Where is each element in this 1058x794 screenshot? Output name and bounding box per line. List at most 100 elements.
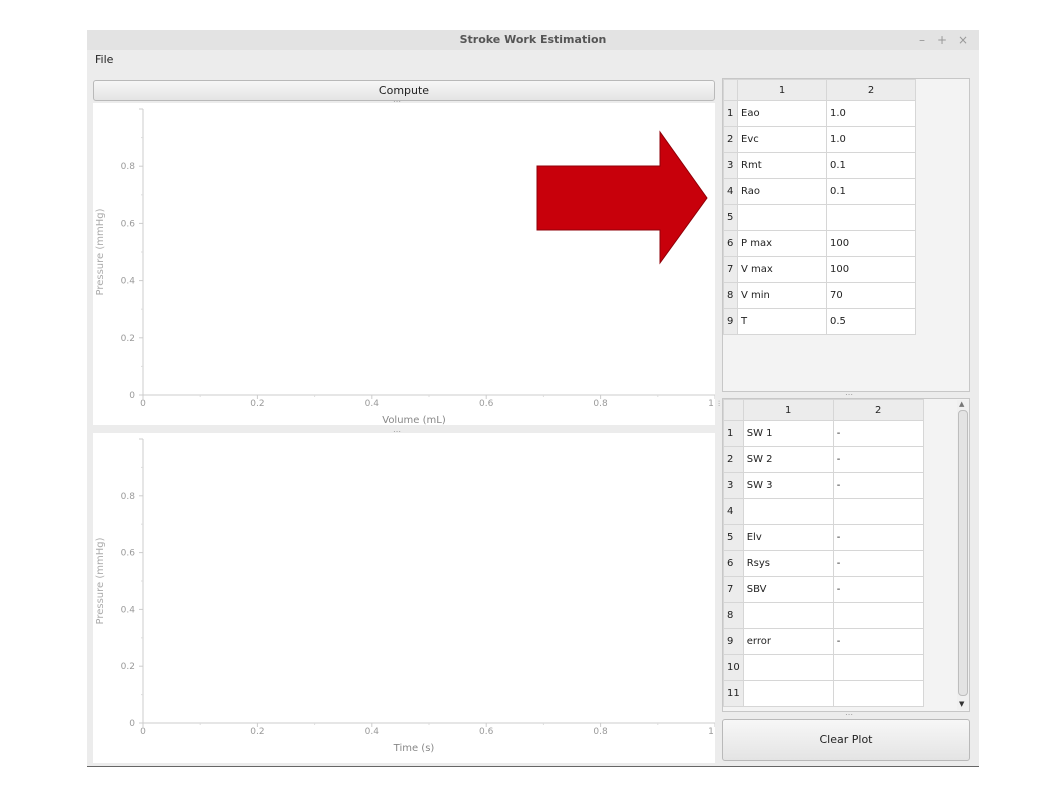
result-name-cell[interactable]: SW 2: [742, 446, 834, 473]
row-header[interactable]: 1: [723, 420, 744, 447]
result-value-cell[interactable]: [832, 498, 924, 525]
row-header[interactable]: 10: [723, 654, 744, 681]
param-row[interactable]: 6P max 100: [723, 230, 916, 257]
param-row[interactable]: 2 Evc 1.0: [723, 126, 916, 153]
result-value-cell[interactable]: [832, 602, 924, 629]
param-row[interactable]: 1 Eao 1.0: [723, 100, 916, 127]
row-header[interactable]: 3: [723, 472, 744, 499]
row-header[interactable]: 4: [723, 498, 744, 525]
result-name-cell[interactable]: error: [742, 628, 834, 655]
param-value-cell[interactable]: 0.1: [826, 152, 916, 179]
param-value-cell[interactable]: [826, 204, 916, 231]
y-tick-label: 0: [129, 391, 135, 401]
result-value-cell[interactable]: -: [832, 628, 924, 655]
param-name-cell[interactable]: [737, 204, 827, 231]
result-row[interactable]: 2 SW 2-: [723, 446, 924, 473]
param-name-cell[interactable]: Rao: [737, 178, 827, 205]
row-header[interactable]: 9: [723, 628, 744, 655]
row-header[interactable]: 11: [723, 680, 744, 707]
param-row[interactable]: 9 T 0.5: [723, 308, 916, 335]
row-header[interactable]: 5: [723, 524, 744, 551]
result-row[interactable]: 4: [723, 498, 924, 525]
results-scrollbar-thumb[interactable]: [958, 410, 968, 696]
param-row[interactable]: 7V max 100: [723, 256, 916, 283]
param-value-cell[interactable]: 0.5: [826, 308, 916, 335]
x-tick-label: 0.4: [365, 399, 380, 409]
row-header[interactable]: 2: [723, 126, 738, 153]
corner-cell: [723, 399, 744, 421]
minimize-button[interactable]: –: [915, 30, 929, 50]
param-value-cell[interactable]: 1.0: [826, 126, 916, 153]
param-name-cell[interactable]: V max: [737, 256, 827, 283]
row-header[interactable]: 7: [723, 576, 744, 603]
result-name-cell[interactable]: SW 3: [742, 472, 834, 499]
param-value-cell[interactable]: 1.0: [826, 100, 916, 127]
result-name-cell[interactable]: SW 1: [742, 420, 834, 447]
param-value-cell[interactable]: 100: [826, 256, 916, 283]
result-name-cell[interactable]: [742, 680, 834, 707]
maximize-button[interactable]: +: [935, 30, 949, 50]
close-button[interactable]: ×: [956, 30, 970, 50]
y-tick-label: 0.4: [121, 605, 136, 615]
menu-file[interactable]: File: [95, 53, 113, 66]
row-header[interactable]: 1: [723, 100, 738, 127]
result-name-cell[interactable]: SBV: [742, 576, 834, 603]
param-value-cell[interactable]: 100: [826, 230, 916, 257]
result-value-cell[interactable]: -: [832, 472, 924, 499]
splitter-handle-bottom-right[interactable]: ⋯: [845, 710, 854, 719]
scroll-down-arrow-icon[interactable]: ▼: [959, 700, 964, 708]
param-row[interactable]: 8V min 70: [723, 282, 916, 309]
scroll-up-arrow-icon[interactable]: ▲: [959, 400, 964, 408]
result-row[interactable]: 1 SW 1-: [723, 420, 924, 447]
result-row[interactable]: 11: [723, 680, 924, 707]
row-header[interactable]: 8: [723, 282, 738, 309]
row-header[interactable]: 2: [723, 446, 744, 473]
clear-plot-button[interactable]: Clear Plot: [722, 719, 970, 761]
param-row[interactable]: 5: [723, 204, 916, 231]
red-arrow-icon: [536, 130, 708, 265]
param-name-cell[interactable]: Evc: [737, 126, 827, 153]
row-header[interactable]: 6: [723, 550, 744, 577]
result-value-cell[interactable]: [832, 680, 924, 707]
result-row[interactable]: 8: [723, 602, 924, 629]
result-row[interactable]: 7 SBV -: [723, 576, 924, 603]
row-header[interactable]: 4: [723, 178, 738, 205]
row-header[interactable]: 3: [723, 152, 738, 179]
result-row[interactable]: 10: [723, 654, 924, 681]
result-name-cell[interactable]: Elv: [742, 524, 834, 551]
result-row[interactable]: 6 Rsys -: [723, 550, 924, 577]
compute-button[interactable]: Compute: [93, 80, 715, 101]
param-value-cell[interactable]: 0.1: [826, 178, 916, 205]
column-header-1[interactable]: 1: [742, 399, 834, 421]
param-name-cell[interactable]: P max: [737, 230, 827, 257]
row-header[interactable]: 8: [723, 602, 744, 629]
column-header-2[interactable]: 2: [832, 399, 924, 421]
row-header[interactable]: 7: [723, 256, 738, 283]
result-name-cell[interactable]: [742, 498, 834, 525]
row-header[interactable]: 6: [723, 230, 738, 257]
param-value-cell[interactable]: 70: [826, 282, 916, 309]
result-name-cell[interactable]: [742, 654, 834, 681]
param-name-cell[interactable]: T: [737, 308, 827, 335]
result-value-cell[interactable]: -: [832, 550, 924, 577]
row-header[interactable]: 9: [723, 308, 738, 335]
result-value-cell[interactable]: -: [832, 446, 924, 473]
param-name-cell[interactable]: Eao: [737, 100, 827, 127]
x-tick-label: 1: [708, 399, 714, 409]
result-row[interactable]: 3 SW 3-: [723, 472, 924, 499]
row-header[interactable]: 5: [723, 204, 738, 231]
param-name-cell[interactable]: Rmt: [737, 152, 827, 179]
param-row[interactable]: 4 Rao 0.1: [723, 178, 916, 205]
result-name-cell[interactable]: Rsys: [742, 550, 834, 577]
result-value-cell[interactable]: -: [832, 420, 924, 447]
column-header-2[interactable]: 2: [826, 79, 916, 101]
result-name-cell[interactable]: [742, 602, 834, 629]
result-row[interactable]: 5 Elv -: [723, 524, 924, 551]
result-value-cell[interactable]: -: [832, 524, 924, 551]
param-row[interactable]: 3 Rmt 0.1: [723, 152, 916, 179]
column-header-1[interactable]: 1: [737, 79, 827, 101]
result-row[interactable]: 9 error -: [723, 628, 924, 655]
param-name-cell[interactable]: V min: [737, 282, 827, 309]
result-value-cell[interactable]: [832, 654, 924, 681]
result-value-cell[interactable]: -: [832, 576, 924, 603]
